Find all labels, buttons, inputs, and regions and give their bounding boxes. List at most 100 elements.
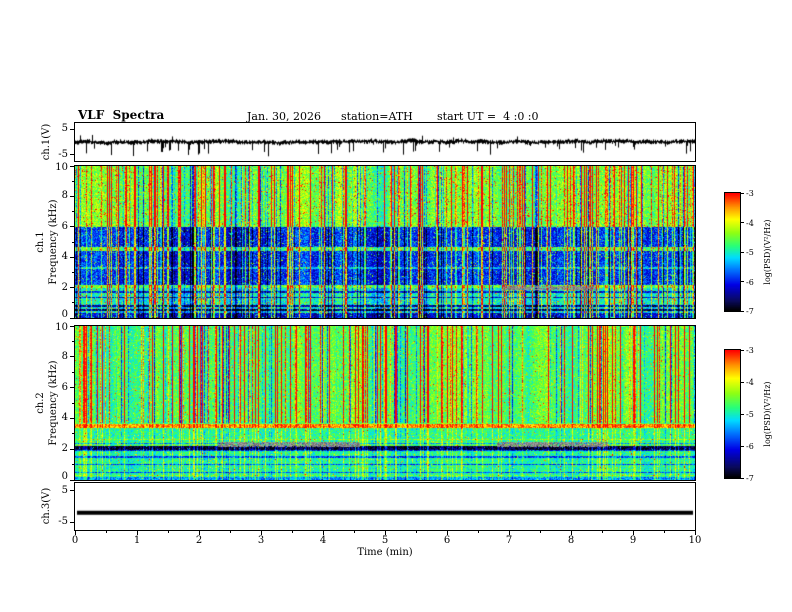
y-tick-label: 8: [61, 190, 68, 202]
colorbar-tick-label: -6: [746, 277, 754, 287]
colorbar-tick-label: -6: [746, 442, 754, 451]
y-tick-mark: [70, 387, 74, 389]
colorbar-tick-label: -3: [746, 346, 754, 355]
y-tick-mark: [70, 417, 74, 419]
y-tick-mark: [70, 490, 74, 492]
colorbar-tick-mark: [741, 251, 744, 253]
y-tick-mark: [70, 128, 74, 130]
y-minor-tick-mark: [72, 241, 74, 243]
x-tick-label: 9: [629, 535, 637, 546]
y-minor-tick-mark: [72, 402, 74, 404]
colorbar-ch1-gradient: [725, 193, 740, 311]
colorbar-tick-mark: [741, 381, 744, 383]
y-tick-mark: [70, 226, 74, 228]
colorbar-ch2: [724, 349, 741, 479]
y-tick-label: 2: [61, 443, 68, 455]
x-minor-tick-mark: [415, 531, 417, 533]
colorbar-tick-mark: [741, 477, 744, 479]
vlf-spectra-figure: VLF Spectra Jan. 30, 2026 station=ATH st…: [0, 0, 792, 612]
y-tick-label: 10: [55, 162, 68, 173]
y-tick-mark: [70, 195, 74, 197]
x-minor-tick-mark: [539, 531, 541, 533]
x-tick-label: 1: [133, 535, 141, 546]
colorbar-ch2-gradient: [725, 350, 740, 478]
y-tick-label: -5: [58, 516, 68, 528]
y-tick-label: 6: [61, 381, 68, 393]
colorbar-tick-label: -3: [746, 189, 754, 198]
y-tick-mark: [70, 165, 74, 167]
panel-ch1-spectrogram: [74, 165, 696, 319]
panel-ch3-waveform: [74, 482, 696, 531]
colorbar-ch1-label: log(PSD)(V²/Hz): [763, 219, 772, 285]
y-tick-mark: [70, 325, 74, 327]
y-minor-tick-mark: [72, 433, 74, 435]
colorbar-tick-label: -4: [746, 218, 754, 228]
y-minor-tick-mark: [72, 371, 74, 373]
colorbar-tick-label: -5: [746, 248, 754, 257]
colorbar-tick-mark: [741, 222, 744, 223]
ch3-waveform-plot: [75, 483, 695, 530]
ch1-channel-label: ch.1: [35, 231, 46, 253]
y-minor-tick-mark: [72, 211, 74, 213]
x-minor-tick-mark: [353, 531, 355, 533]
colorbar-tick-mark: [741, 281, 744, 282]
ch1-waveform-plot: [75, 123, 695, 161]
y-tick-mark: [70, 154, 74, 156]
x-minor-tick-mark: [105, 531, 107, 533]
y-tick-mark: [70, 479, 74, 481]
y-minor-tick-mark: [72, 271, 74, 273]
y-minor-tick-mark: [72, 340, 74, 342]
colorbar-tick-mark: [741, 445, 744, 447]
ch2-channel-label: ch.2: [35, 392, 46, 414]
ch1-frequency-axis-label: Frequency (kHz): [48, 199, 59, 285]
y-tick-label: 4: [61, 251, 68, 263]
y-minor-tick-mark: [72, 302, 74, 304]
y-tick-label: 5: [61, 123, 68, 135]
x-tick-label: 3: [257, 535, 265, 546]
x-tick-label: 4: [319, 535, 327, 546]
x-tick-label: 7: [505, 535, 513, 546]
x-minor-tick-mark: [291, 531, 293, 533]
ch1-spectrogram-heatmap: [75, 166, 695, 318]
colorbar-tick-mark: [741, 349, 744, 351]
y-tick-label: 0: [61, 471, 68, 482]
colorbar-tick-label: -5: [746, 410, 754, 419]
x-tick-label: 8: [567, 535, 575, 546]
y-tick-mark: [70, 317, 74, 319]
x-tick-label: 2: [195, 535, 203, 546]
x-minor-tick-mark: [229, 531, 231, 533]
y-tick-label: 6: [61, 220, 68, 232]
colorbar-tick-mark: [741, 310, 744, 312]
colorbar-tick-label: -7: [746, 474, 754, 483]
x-minor-tick-mark: [477, 531, 479, 533]
colorbar-tick-label: -4: [746, 378, 754, 387]
y-minor-tick-mark: [72, 464, 74, 466]
x-tick-label: 0: [71, 535, 79, 546]
y-tick-label: 5: [61, 484, 68, 496]
x-minor-tick-mark: [663, 531, 665, 533]
panel-ch2-spectrogram: [74, 325, 696, 481]
x-minor-tick-mark: [167, 531, 169, 533]
colorbar-tick-mark: [741, 192, 744, 194]
y-tick-label: 2: [61, 281, 68, 293]
colorbar-tick-label: -7: [746, 307, 754, 316]
x-tick-label: 6: [443, 535, 451, 546]
y-tick-label: 0: [61, 309, 68, 320]
ch2-frequency-axis-label: Frequency (kHz): [48, 360, 59, 446]
y-tick-label: 10: [55, 322, 68, 333]
y-tick-mark: [70, 448, 74, 450]
x-tick-label: 5: [381, 535, 389, 546]
plot-title: VLF Spectra: [78, 108, 165, 122]
y-tick-mark: [70, 256, 74, 258]
y-tick-mark: [70, 521, 74, 523]
x-minor-tick-mark: [601, 531, 603, 533]
y-tick-label: 8: [61, 350, 68, 362]
colorbar-ch1: [724, 192, 741, 312]
time-axis-label: Time (min): [357, 547, 413, 558]
colorbar-ch2-label: log(PSD)(V²/Hz): [763, 381, 772, 447]
colorbar-tick-mark: [741, 413, 744, 415]
panel-ch1-waveform: [74, 122, 696, 162]
y-tick-label: -5: [58, 148, 68, 160]
ch2-spectrogram-heatmap: [75, 326, 695, 480]
y-tick-mark: [70, 287, 74, 289]
